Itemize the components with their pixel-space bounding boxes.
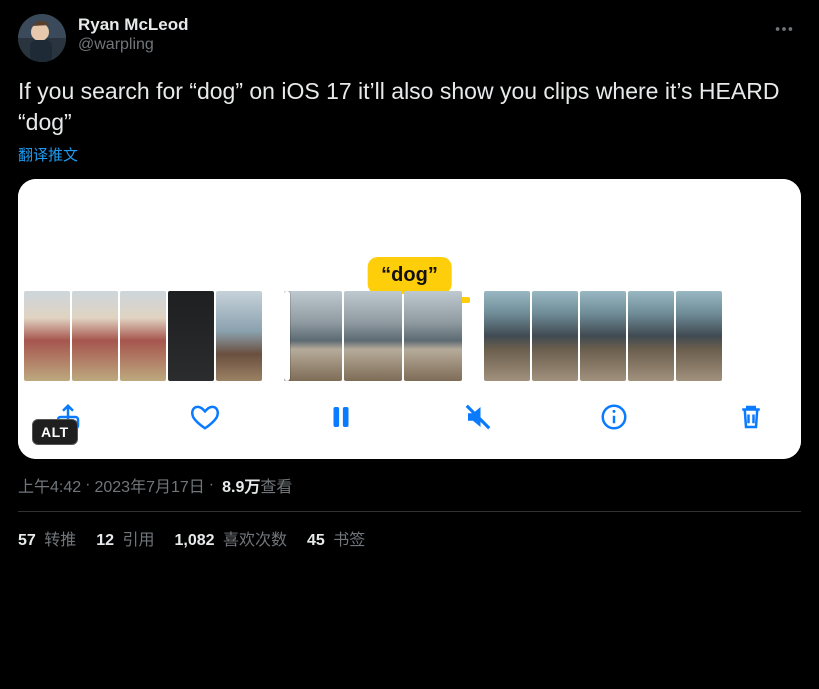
video-timeline[interactable] — [18, 291, 801, 381]
stat-quotes[interactable]: 12 引用 — [96, 526, 154, 550]
avatar[interactable] — [18, 14, 66, 62]
stat-retweets[interactable]: 57 转推 — [18, 526, 76, 550]
bookmarks-count: 45 — [307, 532, 325, 549]
mute-icon — [463, 402, 493, 432]
heart-icon — [190, 402, 220, 432]
views-label: 查看 — [260, 473, 292, 497]
tweet-body: If you search for “dog” on iOS 17 it’ll … — [18, 76, 801, 138]
info-button[interactable] — [596, 399, 632, 435]
handle[interactable]: @warpling — [78, 35, 189, 55]
delete-button[interactable] — [733, 399, 769, 435]
tweet-stats: 57 转推 12 引用 1,082 喜欢次数 45 书签 — [18, 526, 801, 550]
media-inner: “dog” — [18, 179, 801, 459]
meta-separator: · — [85, 476, 90, 494]
stat-likes[interactable]: 1,082 喜欢次数 — [175, 526, 288, 550]
clip-thumbnail[interactable] — [168, 291, 214, 381]
trash-icon — [736, 402, 766, 432]
tweet-header: Ryan McLeod @warpling — [18, 14, 801, 62]
meta-separator: · — [209, 476, 214, 494]
pause-button[interactable] — [323, 399, 359, 435]
stat-bookmarks[interactable]: 45 书签 — [307, 526, 365, 550]
quotes-label: 引用 — [118, 532, 154, 549]
retweets-label: 转推 — [40, 532, 76, 549]
clip-thumbnail[interactable] — [404, 291, 462, 381]
views-count: 8.9万 — [222, 473, 260, 497]
clip-group-2 — [284, 291, 462, 381]
bookmarks-label: 书签 — [329, 532, 365, 549]
retweets-count: 57 — [18, 532, 36, 549]
clip-thumbnail[interactable] — [284, 291, 342, 381]
clip-thumbnail[interactable] — [532, 291, 578, 381]
clip-thumbnail[interactable] — [484, 291, 530, 381]
clip-thumbnail[interactable] — [580, 291, 626, 381]
clip-thumbnail[interactable] — [216, 291, 262, 381]
playhead[interactable] — [284, 291, 290, 381]
tweet-meta: 上午4:42 · 2023年7月17日 · 8.9万 查看 — [18, 473, 801, 497]
likes-count: 1,082 — [175, 532, 215, 549]
clip-thumbnail[interactable] — [628, 291, 674, 381]
quotes-count: 12 — [96, 532, 114, 549]
tweet-time[interactable]: 上午4:42 — [18, 473, 81, 497]
info-icon — [599, 402, 629, 432]
more-button[interactable] — [767, 14, 801, 44]
clip-thumbnail[interactable] — [120, 291, 166, 381]
more-icon — [773, 18, 795, 40]
search-term-label: “dog” — [367, 257, 452, 294]
pause-icon — [326, 402, 356, 432]
display-name[interactable]: Ryan McLeod — [78, 14, 189, 35]
likes-label: 喜欢次数 — [219, 532, 287, 549]
clip-thumbnail[interactable] — [676, 291, 722, 381]
mute-button[interactable] — [460, 399, 496, 435]
tweet-media[interactable]: “dog” — [18, 179, 801, 459]
divider — [18, 511, 801, 512]
alt-badge[interactable]: ALT — [32, 419, 78, 445]
clip-group-3 — [484, 291, 722, 381]
like-button[interactable] — [187, 399, 223, 435]
tweet-date[interactable]: 2023年7月17日 — [94, 473, 204, 497]
tweet: Ryan McLeod @warpling If you search for … — [0, 0, 819, 550]
clip-thumbnail[interactable] — [72, 291, 118, 381]
media-toolbar — [18, 381, 801, 459]
clip-thumbnail[interactable] — [344, 291, 402, 381]
clip-thumbnail[interactable] — [24, 291, 70, 381]
avatar-image — [18, 14, 66, 62]
clip-group-1 — [24, 291, 262, 381]
translate-link[interactable]: 翻译推文 — [18, 144, 801, 165]
author-names: Ryan McLeod @warpling — [78, 14, 189, 55]
